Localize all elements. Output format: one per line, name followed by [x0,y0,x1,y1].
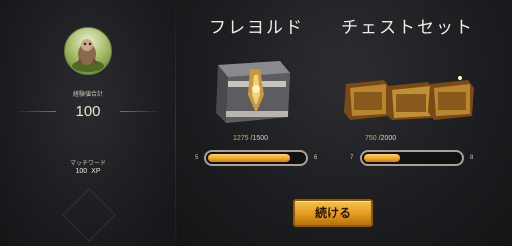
freljord-level-from: 5 [195,155,199,161]
freljord-current: 1275 [233,135,249,142]
match-xp-value: 100 [75,168,88,175]
chest-set-progress-fill [364,154,400,162]
chest-set-progress-bar [360,150,464,166]
continue-button[interactable]: 続ける [293,199,373,227]
match-xp-row: 100 XP [0,168,176,175]
experience-summary-panel: 経験値合計 100 マッチワード 100 XP [0,0,176,246]
chest-set-level-from: 7 [350,155,354,161]
reward-title-freljord: フレヨルド [209,18,304,38]
crest-watermark [62,188,116,242]
freljord-progress-fill [208,154,290,162]
chest-set-level-to: 8 [470,155,474,161]
freljord-chest-icon [216,61,290,123]
total-xp-value: 100 [75,103,101,120]
freljord-progress-bar [204,150,308,166]
chest-set-current: 750 [365,135,377,142]
chest-set-count: 750 /2000 [365,135,396,142]
chest-set-max: /2000 [378,135,397,142]
freljord-count: 1275 /1500 [233,135,268,142]
chest-set-icon [344,76,474,120]
freljord-level-to: 6 [314,155,318,161]
match-word-label: マッチワード [69,160,106,167]
avatar [64,27,112,75]
total-xp-label: 経験値合計 [72,91,103,98]
poro-icon [72,39,104,72]
xp-unit: XP [91,168,101,175]
reward-title-chest-set: チェストセット [341,18,474,38]
freljord-max: /1500 [250,135,269,142]
